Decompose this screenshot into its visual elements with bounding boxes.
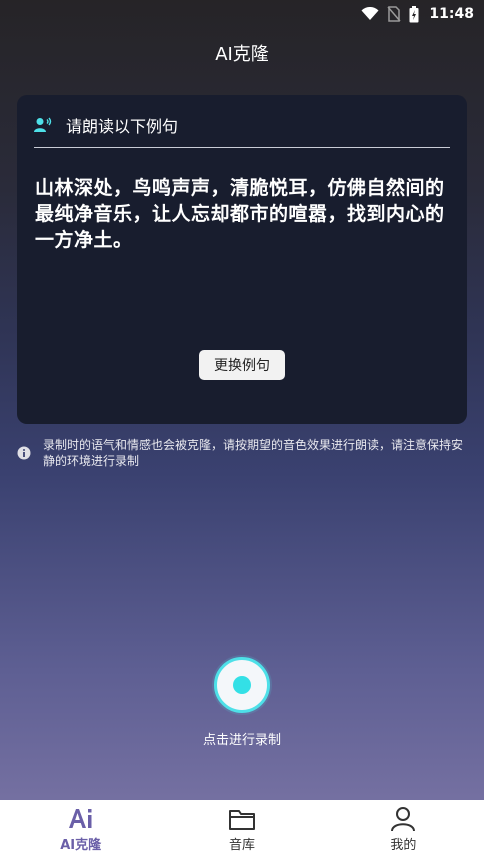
tab-profile[interactable]: 我的 [323, 800, 484, 860]
tip-text: 录制时的语气和情感也会被克隆，请按期望的音色效果进行朗读，请注意保持安静的环境进… [43, 438, 464, 468]
speaker-person-icon [34, 117, 52, 132]
battery-charging-icon [409, 5, 419, 22]
tab-label: 音库 [228, 838, 255, 853]
info-icon [17, 446, 31, 460]
card-header: 请朗读以下例句 [34, 111, 178, 139]
tab-ai-clone[interactable]: AI克隆 [0, 800, 161, 860]
change-sample-button[interactable]: 更换例句 [199, 350, 285, 380]
status-bar: 11:48 [0, 0, 484, 28]
bottom-tab-bar: AI克隆 音库 我的 [0, 800, 484, 860]
tab-label: 我的 [390, 838, 417, 853]
status-time: 11:48 [429, 6, 474, 22]
card-heading: 请朗读以下例句 [66, 117, 179, 136]
record-button[interactable] [214, 657, 270, 713]
sample-sentence: 山林深处，鸟鸣声声，清脆悦耳，仿佛自然间的最纯净音乐，让人忘却都市的喧嚣，找到内… [35, 177, 445, 251]
person-icon [391, 807, 416, 832]
divider [34, 147, 450, 148]
tab-label: AI克隆 [60, 838, 102, 853]
tab-voice-library[interactable]: 音库 [161, 800, 322, 860]
sample-card: 请朗读以下例句 山林深处，鸟鸣声声，清脆悦耳，仿佛自然间的最纯净音乐，让人忘却都… [17, 95, 467, 424]
recording-tip: 录制时的语气和情感也会被克隆，请按期望的音色效果进行朗读，请注意保持安静的环境进… [17, 437, 467, 469]
page-title: AI克隆 [215, 44, 269, 65]
ai-icon [68, 809, 92, 828]
record-label: 点击进行录制 [202, 733, 281, 748]
no-sim-icon [387, 6, 401, 22]
wifi-icon [361, 7, 379, 20]
record-dot-icon [233, 676, 251, 694]
folder-icon [228, 810, 255, 830]
